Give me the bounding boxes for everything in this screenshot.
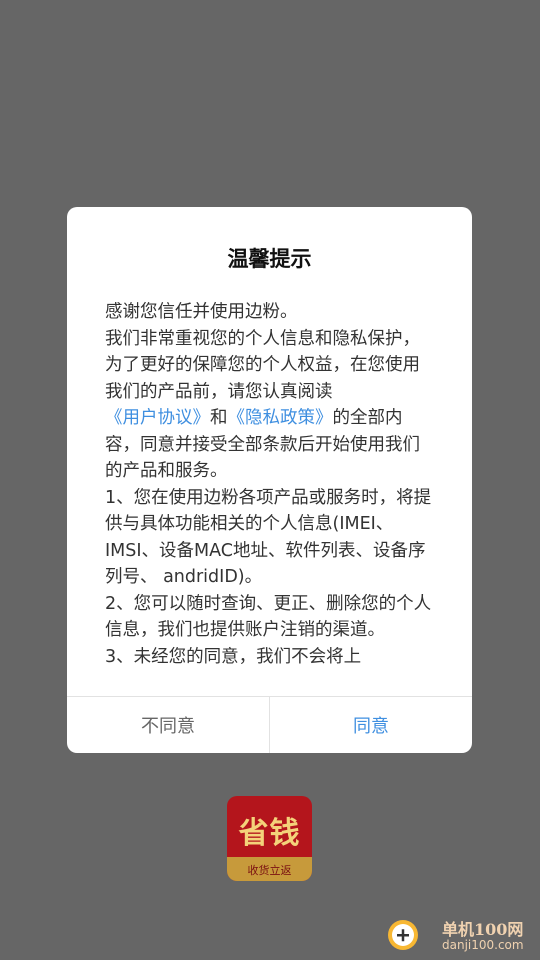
clause-2-paragraph: 2、您可以随时查询、更正、删除您的个人信息，我们也提供账户注销的渠道。	[105, 593, 432, 641]
user-agreement-link[interactable]: 《用户协议》	[105, 408, 210, 428]
app-logo-subtext: 收货立返	[247, 864, 292, 877]
watermark-url: danji100.com	[442, 938, 524, 952]
dialog-title: 温馨提示	[227, 247, 312, 271]
app-logo: 省钱 收货立返	[227, 796, 312, 881]
watermark-gamepad-icon	[388, 920, 418, 950]
privacy-paragraph: 我们非常重视您的个人信息和隐私保护，为了更好的保障您的个人权益，在您使用我们的产…	[105, 326, 434, 485]
privacy-policy-link[interactable]: 《隐私政策》	[228, 408, 333, 428]
disagree-button[interactable]: 不同意	[67, 697, 270, 753]
watermark-name: 单机100网	[442, 920, 524, 939]
privacy-dialog: 温馨提示 感谢您信任并使用边粉。 我们非常重视您的个人信息和隐私保护，为了更好的…	[67, 207, 472, 753]
watermark: 单机100网 danji100.com	[386, 914, 536, 958]
privacy-text-before: 我们非常重视您的个人信息和隐私保护，为了更好的保障您的个人权益，在您使用我们的产…	[105, 328, 420, 402]
clause-3-paragraph: 3、未经您的同意，我们不会将上	[105, 646, 362, 667]
app-logo-text: 省钱	[238, 816, 301, 851]
dialog-body[interactable]: 感谢您信任并使用边粉。 我们非常重视您的个人信息和隐私保护，为了更好的保障您的个…	[105, 299, 434, 695]
agree-button[interactable]: 同意	[270, 697, 472, 753]
dialog-footer: 不同意 同意	[67, 696, 472, 753]
privacy-text-middle: 和	[210, 408, 228, 428]
clause-1-paragraph: 1、您在使用边粉各项产品或服务时，将提供与具体功能相关的个人信息(IMEI、IM…	[105, 487, 432, 588]
intro-paragraph: 感谢您信任并使用边粉。	[105, 302, 298, 322]
